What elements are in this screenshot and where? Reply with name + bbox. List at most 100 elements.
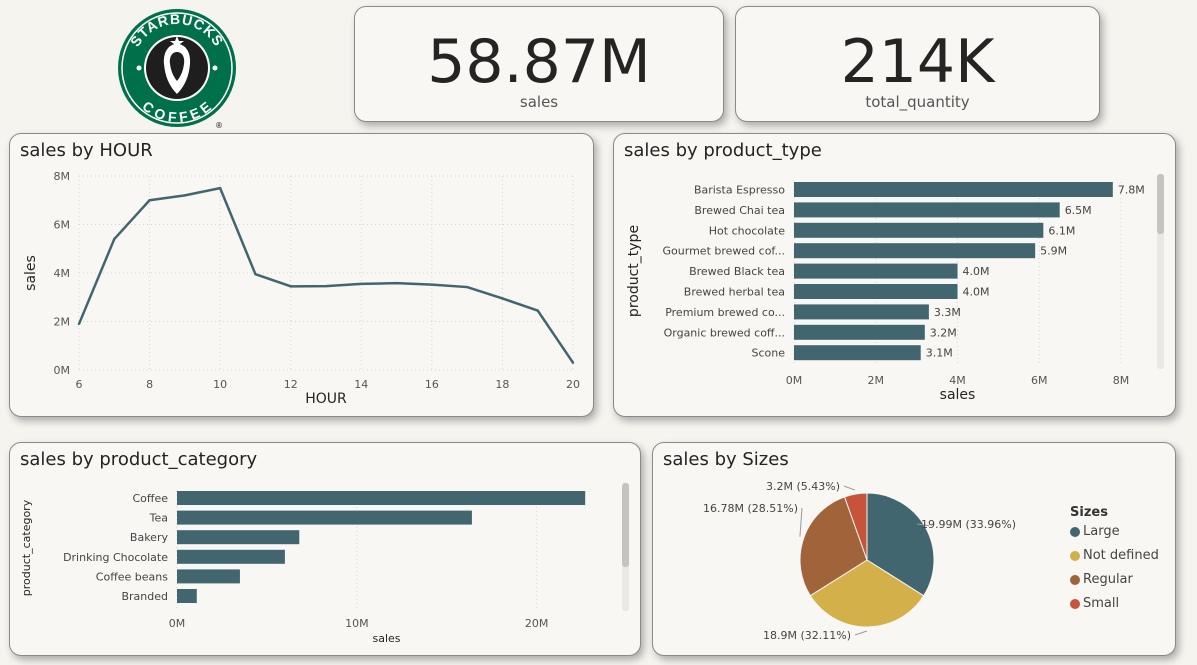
legend-dot [1070,574,1080,585]
legend-item-large[interactable]: Large [1070,524,1120,539]
leader-line [854,630,868,636]
chart-card-sales-by-sizes[interactable]: sales by Sizes 19.99M (33.96%) 18.9M (32.… [652,442,1176,656]
scrollbar-thumb[interactable] [622,483,629,567]
x-tick-label: 0M [786,374,803,387]
legend-item-small[interactable]: Small [1070,596,1119,611]
x-tick-label: 8 [146,378,153,391]
data-point [395,281,398,285]
data-label: 3.1M [926,347,953,360]
line-chart: 0M 2M 4M 6M 8M 6 8 10 12 14 16 18 20 HOUR sales [23,170,580,407]
series-line [77,186,575,364]
logo-registered-mark: ® [215,121,223,130]
x-axis-label: HOUR [305,391,347,407]
category-label: Drinking Chocolate [63,551,168,564]
data-point [360,282,363,286]
data-point [430,283,434,286]
bar [794,345,921,361]
x-tick-label: 20 [566,378,580,391]
category-label: Brewed Black tea [689,265,785,278]
legend-label: Small [1083,596,1120,611]
bar [177,569,240,584]
x-tick-label: 6 [76,378,83,391]
kpi-label: sales [519,93,559,111]
legend-label: Large [1083,524,1120,539]
kpi-label: total_quantity [865,93,970,111]
data-point [218,186,222,190]
category-label: Brewed herbal tea [684,286,785,299]
data-point [289,285,292,288]
category-label: Bakery [130,531,169,544]
legend-dot [1070,598,1080,609]
legend-label: Regular [1083,572,1133,587]
chart-card-sales-by-hour[interactable]: sales by HOUR 0M 2M 4M 6M 8M 6 8 10 12 14 16 18 20 HO… [9,133,594,417]
category-label: Organic brewed coff... [664,326,785,339]
category-label: Coffee [132,492,168,505]
x-tick-label: 0M [169,617,186,630]
product-category-bar-chart: 0M 10M 20M Coffee Tea Bakery Drinking Chocolat… [20,491,586,645]
x-tick-label: 8M [1113,374,1130,387]
bar [177,549,285,564]
data-point [254,273,257,276]
data-label: 5.9M [1040,245,1067,258]
slice-label: 16.78M (28.51%) [703,502,798,515]
bar [177,530,300,545]
x-tick-label: 14 [354,378,368,391]
chart-card-sales-by-product-type[interactable]: sales by product_type 0M 2M 4M 6M 8M Barista … [613,133,1176,417]
bar [794,284,958,299]
data-point [571,361,575,364]
category-label: Gourmet brewed cof... [663,245,785,258]
x-tick-label: 16 [425,378,439,391]
data-point [536,309,539,312]
data-point [183,194,187,197]
x-tick-label: 18 [495,378,509,391]
category-label: Premium brewed co... [665,306,785,319]
data-point [148,199,151,202]
kpi-card-total-quantity[interactable]: 214K total_quantity [735,6,1100,122]
legend-item-regular[interactable]: Regular [1070,572,1133,587]
category-label: Brewed Chai tea [694,204,785,217]
category-label: Barista Espresso [694,184,785,197]
legend-item-not-defined[interactable]: Not defined [1070,548,1159,563]
slice-label: 3.2M (5.43%) [766,480,840,493]
kpi-card-sales[interactable]: 58.87M sales [354,6,724,122]
x-tick-label: 6M [1031,374,1048,387]
y-tick-label: 0M [54,364,71,377]
legend-title: Sizes [1070,505,1108,520]
category-label: Tea [149,512,168,525]
legend-label: Not defined [1083,548,1159,563]
slice-label: 18.9M (32.11%) [763,629,851,642]
x-axis-label: sales [940,387,976,403]
bar [794,324,925,340]
y-axis-label: product_category [20,499,33,596]
x-tick-label: 10 [213,378,227,391]
y-axis-label: sales [23,255,39,291]
category-label: Coffee beans [96,570,168,583]
y-tick-label: 2M [54,316,71,329]
bar [177,589,197,603]
data-point [465,285,469,289]
leader-line [799,507,803,537]
chart-card-sales-by-product-category[interactable]: sales by product_category 0M 10M 20M Coffee… [9,442,641,656]
x-tick-label: 12 [284,378,298,391]
x-tick-label: 20M [525,617,549,630]
data-label: 4.0M [963,286,990,299]
y-axis-label: product_type [626,225,642,317]
legend-dot [1070,526,1080,537]
y-tick-label: 4M [54,267,71,280]
x-tick-label: 4M [949,374,966,387]
scrollbar-thumb[interactable] [1157,174,1164,234]
logo-emblem: STARBUCKS COFFEE ® [118,9,236,130]
x-tick-label: 10M [345,617,369,630]
product-type-bar-chart: 0M 2M 4M 6M 8M Barista Espresso 7.8M Brewed Cha… [626,182,1145,403]
slice-label: 19.99M (33.96%) [921,518,1016,531]
data-label: 4.0M [963,265,990,278]
data-label: 7.8M [1118,184,1145,197]
data-point [77,322,81,326]
bar [794,182,1113,197]
legend-dot [1070,550,1080,561]
bar [177,510,472,525]
bar [794,263,958,279]
bar [177,491,586,505]
data-point [501,297,504,300]
bar [794,243,1036,259]
